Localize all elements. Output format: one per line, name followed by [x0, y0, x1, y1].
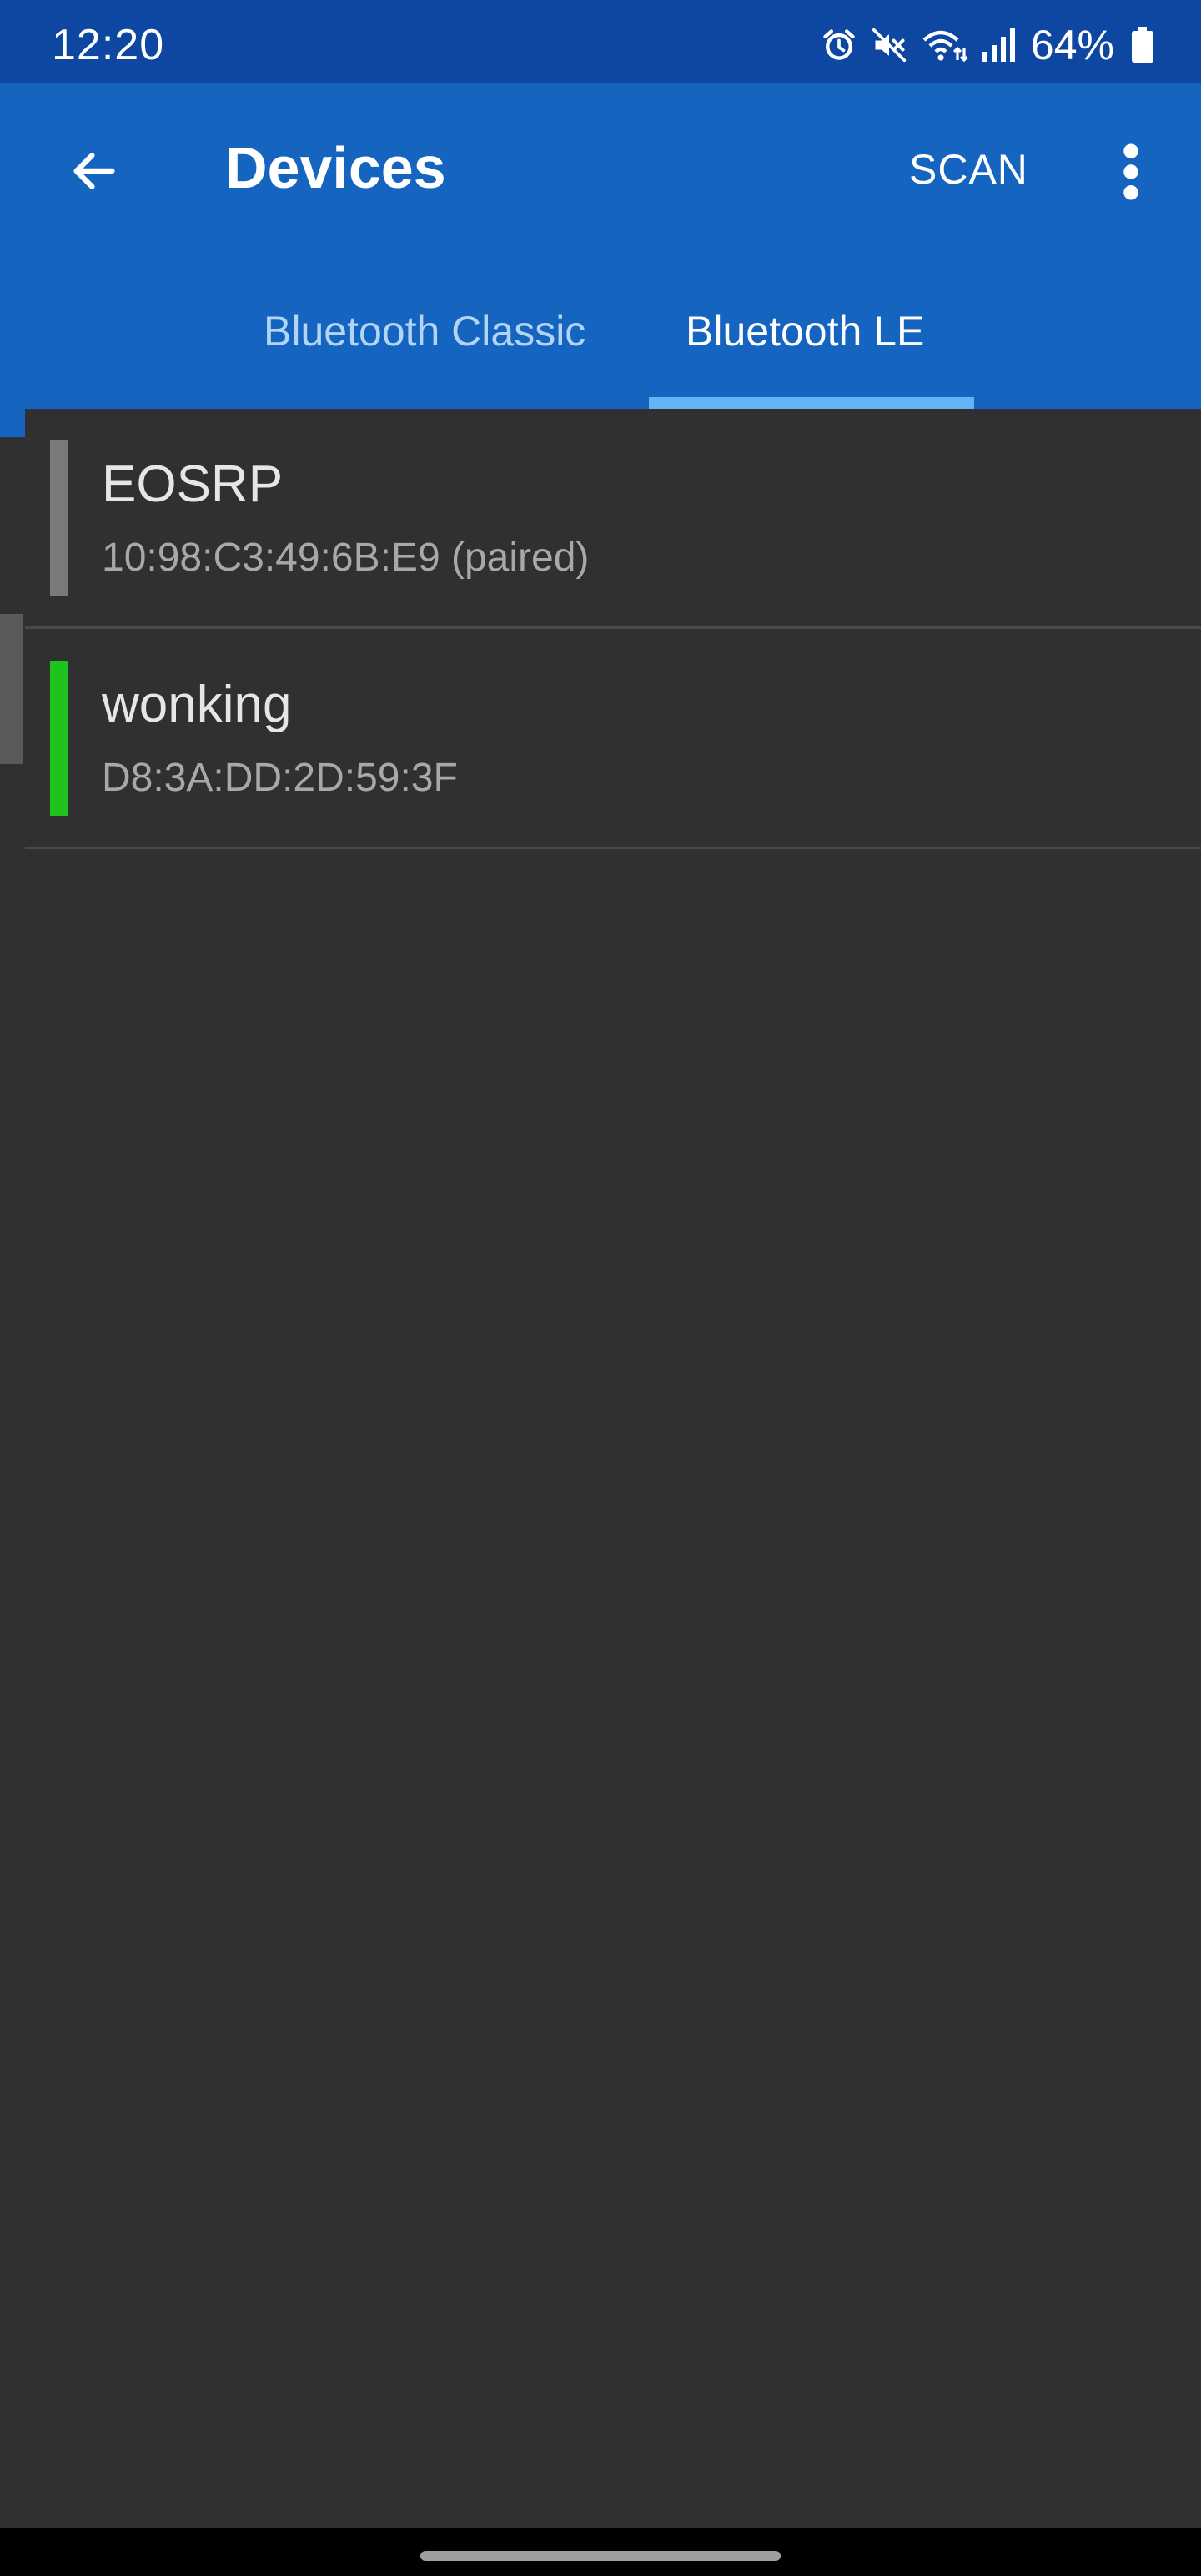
drawer-handle[interactable]: [0, 614, 23, 764]
device-item-eosrp[interactable]: EOSRP 10:98:C3:49:6B:E9 (paired): [25, 409, 1201, 629]
arrow-back-icon: [73, 153, 115, 189]
tab-bluetooth-le[interactable]: Bluetooth LE: [686, 310, 924, 352]
signal-icon: [981, 27, 1018, 63]
tab-indicator: [649, 397, 974, 409]
tab-bluetooth-classic[interactable]: Bluetooth Classic: [264, 310, 585, 352]
more-vert-icon: [1123, 143, 1138, 200]
alarm-icon: [821, 27, 857, 63]
battery-percent: 64%: [1030, 22, 1114, 68]
device-status-indicator: [50, 440, 68, 596]
mute-icon: [871, 27, 907, 63]
device-name: EOSRP: [102, 455, 284, 513]
device-name: wonking: [102, 676, 292, 733]
device-item-wonking[interactable]: wonking D8:3A:DD:2D:59:3F: [25, 629, 1201, 849]
more-options-button[interactable]: [1106, 130, 1156, 214]
status-icons: 64%: [821, 22, 1154, 68]
wifi-icon: [921, 27, 967, 63]
battery-icon: [1131, 27, 1154, 63]
home-gesture-handle[interactable]: [420, 2551, 781, 2561]
tab-bar: Bluetooth Classic Bluetooth LE: [25, 259, 1201, 409]
status-bar: 12:20 64%: [0, 0, 1201, 83]
app-bar: Devices SCAN: [25, 83, 1201, 259]
drawer-edge[interactable]: [0, 83, 25, 437]
navigation-bar: [0, 2528, 1201, 2576]
back-button[interactable]: [57, 133, 132, 209]
screen: 12:20 64% Devices SCAN Bluetooth Classic…: [0, 0, 1201, 2576]
page-title: Devices: [225, 135, 446, 200]
status-time: 12:20: [52, 21, 165, 69]
device-address: D8:3A:DD:2D:59:3F: [102, 756, 458, 800]
device-list: EOSRP 10:98:C3:49:6B:E9 (paired) wonking…: [25, 409, 1201, 849]
device-address: 10:98:C3:49:6B:E9 (paired): [102, 536, 590, 580]
device-status-indicator: [50, 661, 68, 816]
scan-button[interactable]: SCAN: [909, 148, 1028, 190]
